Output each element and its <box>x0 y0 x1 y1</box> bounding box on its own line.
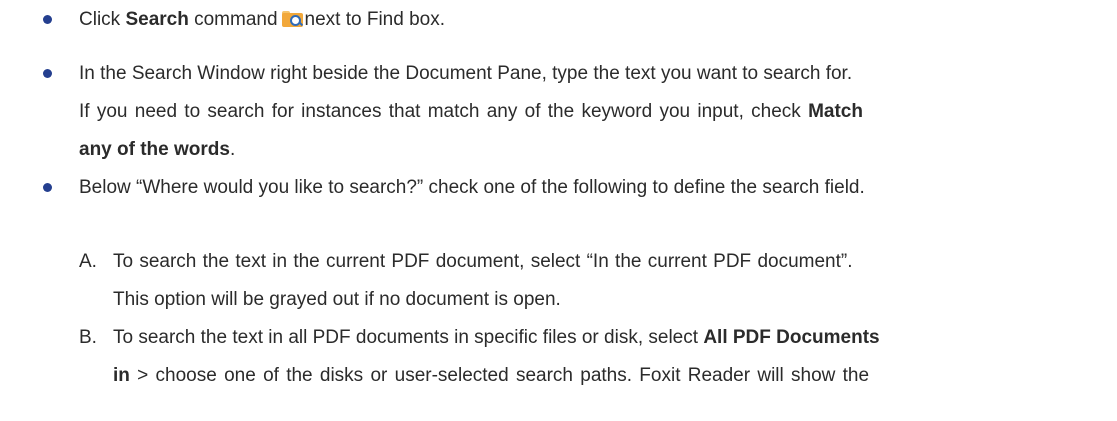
option-marker-b: B. <box>79 327 97 348</box>
match-option-bold: any of the words <box>79 139 230 160</box>
step-text: Click <box>79 9 126 30</box>
step-text: > choose one of the disks or user-select… <box>129 365 870 386</box>
option-a-line1: To search the text in the current PDF do… <box>113 251 853 272</box>
bullet-icon <box>43 183 52 192</box>
bullet-icon <box>43 69 52 78</box>
step-text: command <box>188 9 278 30</box>
step-text: next to Find box. <box>304 9 445 30</box>
step-search-window-line3: any of the words. <box>79 138 235 162</box>
document-page: Click Search command next to Find box. In… <box>0 0 1117 421</box>
option-b-line2: in > choose one of the disks or user-sel… <box>113 364 869 388</box>
step-text: . <box>229 139 236 160</box>
all-pdf-documents-bold: in <box>113 365 130 386</box>
option-a-line2: This option will be grayed out if no doc… <box>113 289 561 310</box>
search-term-bold: Search <box>125 9 189 30</box>
step-search-window-line2: If you need to search for instances that… <box>79 100 863 124</box>
step-where-to-search: Below “Where would you like to search?” … <box>79 177 865 198</box>
match-option-bold: Match <box>808 101 863 122</box>
all-pdf-documents-bold: All PDF Documents <box>703 327 880 348</box>
search-command-icon <box>281 11 303 27</box>
step-search-window-line1: In the Search Window right beside the Do… <box>79 63 853 84</box>
option-marker-a: A. <box>79 251 97 272</box>
step-text: If you need to search for instances that… <box>79 101 809 122</box>
step-text: To search the text in all PDF documents … <box>113 327 704 348</box>
option-b-line1: To search the text in all PDF documents … <box>113 326 880 350</box>
step-search-command: Click Search command next to Find box. <box>79 8 445 32</box>
bullet-icon <box>43 15 52 24</box>
